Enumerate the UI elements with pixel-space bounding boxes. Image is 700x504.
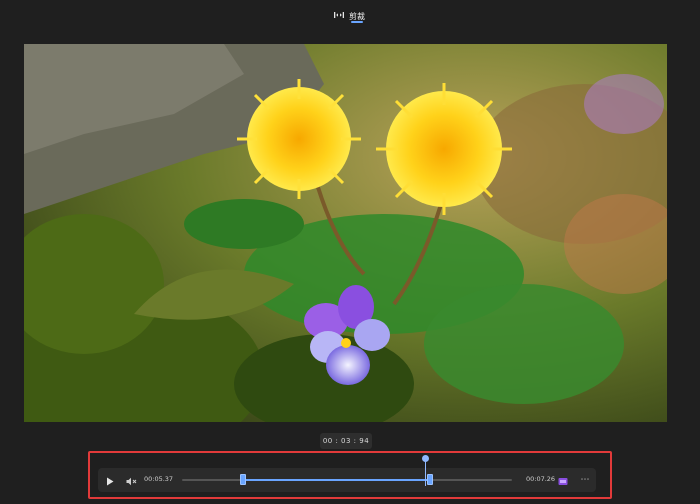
play-icon: [106, 471, 114, 490]
playhead-handle[interactable]: [422, 455, 429, 462]
play-button[interactable]: [104, 474, 116, 486]
tab-active-indicator: [351, 21, 363, 23]
playhead-line: [425, 458, 426, 486]
trim-start-handle[interactable]: [240, 474, 246, 485]
top-bar: 剪裁: [0, 0, 700, 30]
more-button[interactable]: ⋯: [578, 474, 592, 486]
end-time: 00:07.26: [526, 475, 556, 483]
more-icon: ⋯: [580, 475, 590, 485]
clip-button[interactable]: [557, 474, 569, 486]
video-frame: [24, 44, 667, 422]
mute-icon: [126, 471, 137, 490]
tab-trim-label: 剪裁: [349, 11, 365, 21]
trim-end-handle[interactable]: [427, 474, 433, 485]
clip-icon: [558, 471, 568, 490]
video-preview[interactable]: [24, 44, 667, 422]
trim-icon: [334, 11, 344, 21]
current-time-badge: 00 : 03 : 94: [320, 433, 372, 449]
tab-trim[interactable]: 剪裁: [334, 6, 365, 26]
mute-button[interactable]: [125, 474, 137, 486]
trim-selection: [243, 479, 430, 481]
start-time: 00:05.37: [144, 475, 174, 483]
